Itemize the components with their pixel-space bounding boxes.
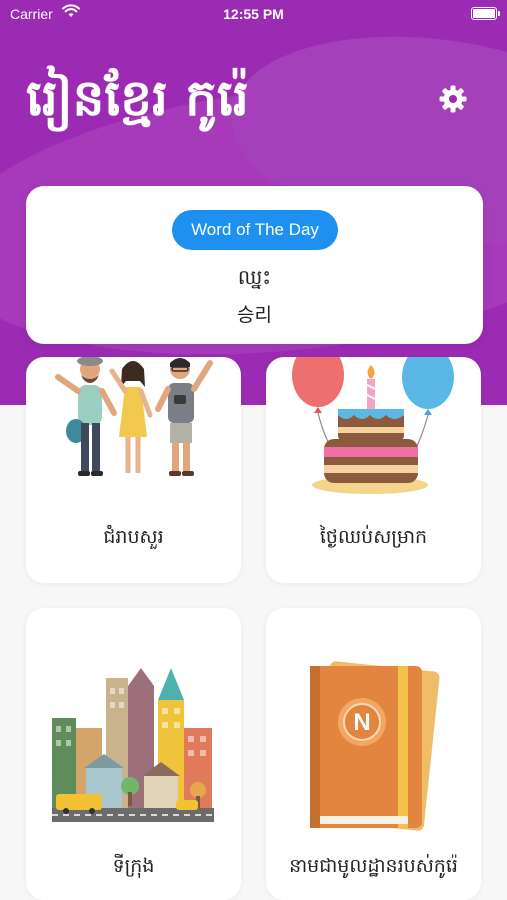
category-label: ថ្ងៃឈប់សម្រាក xyxy=(319,526,428,548)
category-label: ទីក្រុង xyxy=(112,855,155,877)
battery-icon xyxy=(471,7,500,20)
category-label: នាមជាមូលដ្ឋានរបស់កូរ៉េ xyxy=(289,855,458,877)
svg-text:N: N xyxy=(353,709,370,736)
word-of-day-word: ឈ្នះ xyxy=(237,265,272,289)
notebook-illustration: N xyxy=(310,661,440,831)
category-card-greetings[interactable]: ជំរាបសួរ xyxy=(26,357,241,583)
category-card-holidays[interactable]: ថ្ងៃឈប់សម្រាក xyxy=(266,357,481,583)
status-bar: Carrier 12:55 PM xyxy=(0,0,507,28)
greeting-people-illustration xyxy=(55,357,213,476)
city-buildings-illustration xyxy=(52,668,214,822)
gear-icon[interactable] xyxy=(438,84,468,114)
category-card-basic-nouns[interactable]: N នាមជាមូលដ្ឋានរបស់កូរ៉េ xyxy=(266,608,481,900)
word-of-day-badge: Word of The Day xyxy=(172,210,338,250)
birthday-cake-illustration xyxy=(292,357,454,494)
category-label: ជំរាបសួរ xyxy=(103,526,164,548)
word-of-day-translation: 승리 xyxy=(237,304,272,326)
word-of-day-card[interactable]: Word of The Day ឈ្នះ 승리 xyxy=(26,186,483,344)
app-title: រៀនខ្មែរ កូរ៉េ xyxy=(26,69,249,127)
category-card-city[interactable]: ទីក្រុង xyxy=(26,608,241,900)
clock: 12:55 PM xyxy=(223,6,284,22)
